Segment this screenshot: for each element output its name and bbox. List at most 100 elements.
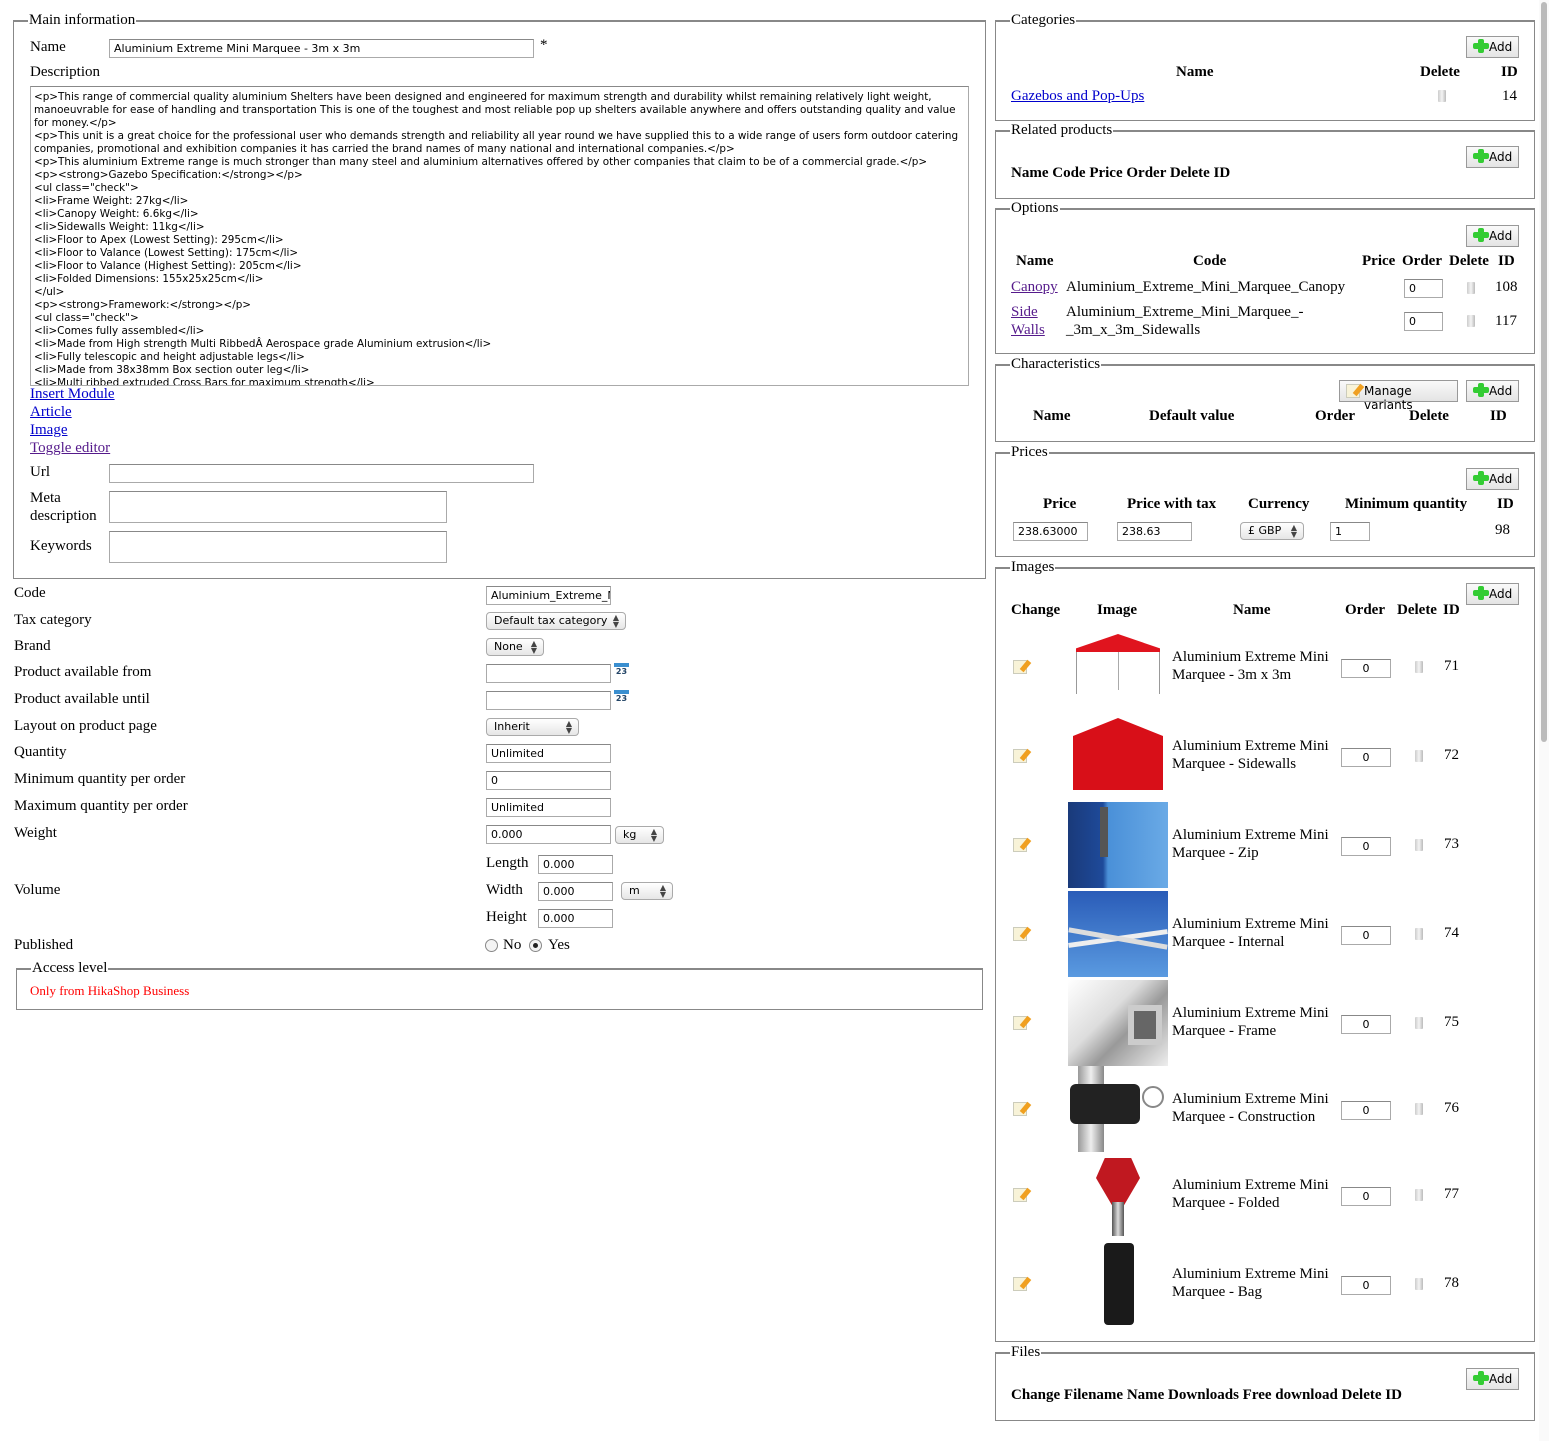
trash-icon[interactable] xyxy=(1415,839,1423,851)
max-quantity-input[interactable]: Unlimited xyxy=(486,798,611,817)
option-link-side-walls[interactable]: Side xyxy=(1011,304,1038,321)
images-header-change: Change xyxy=(1011,602,1061,618)
url-label: Url xyxy=(30,464,50,480)
option-id: 117 xyxy=(1495,313,1517,329)
select-arrows-icon: ▲ ▼ xyxy=(565,719,572,735)
option-code: _3m_x_3m_Sidewalls xyxy=(1066,322,1201,338)
available-until-input[interactable] xyxy=(486,691,611,710)
trash-icon[interactable] xyxy=(1467,282,1475,294)
name-input[interactable]: Aluminium Extreme Mini Marquee - 3m x 3m xyxy=(109,39,534,58)
weight-input[interactable]: 0.000 xyxy=(486,825,611,844)
add-price-button[interactable]: Add xyxy=(1466,468,1519,490)
add-image-button[interactable]: Add xyxy=(1466,583,1519,605)
characteristics-header-id: ID xyxy=(1490,408,1507,424)
dimension-unit-select[interactable]: m ▲ ▼ xyxy=(621,882,673,900)
layout-select[interactable]: Inherit ▲ ▼ xyxy=(486,718,579,736)
published-yes-radio[interactable] xyxy=(529,939,542,952)
add-category-button[interactable]: Add xyxy=(1466,36,1519,58)
quantity-input[interactable]: Unlimited xyxy=(486,744,611,763)
weight-label: Weight xyxy=(14,825,57,841)
length-input[interactable]: 0.000 xyxy=(538,855,613,874)
trash-icon[interactable] xyxy=(1415,1189,1423,1201)
scrollbar-thumb[interactable] xyxy=(1541,2,1547,742)
height-input[interactable]: 0.000 xyxy=(538,909,613,928)
keywords-label: Keywords xyxy=(30,538,92,554)
option-code: Aluminium_Extreme_Mini_Marquee_Canopy xyxy=(1066,279,1346,295)
published-no-radio[interactable] xyxy=(485,939,498,952)
trash-icon[interactable] xyxy=(1415,750,1423,762)
insert-module-link[interactable]: Insert Module xyxy=(30,386,115,403)
add-label: Add xyxy=(1489,1372,1513,1386)
add-file-button[interactable]: Add xyxy=(1466,1368,1519,1390)
calendar-icon[interactable]: 23 xyxy=(614,663,629,677)
trash-icon[interactable] xyxy=(1438,90,1446,102)
min-quantity-price-input[interactable]: 1 xyxy=(1330,522,1370,541)
scrollbar-track[interactable] xyxy=(1539,0,1549,1441)
image-id: 74 xyxy=(1444,925,1459,941)
meta-description-label: Meta description xyxy=(30,490,97,524)
available-until-label: Product available until xyxy=(14,691,150,707)
brand-select[interactable]: None ▲ ▼ xyxy=(486,638,544,656)
image-name-line: Marquee - 3m x 3m xyxy=(1172,667,1292,683)
image-order-input[interactable]: 0 xyxy=(1341,926,1391,945)
description-textarea[interactable]: <p>This range of commercial quality alum… xyxy=(30,86,969,386)
change-image-icon[interactable] xyxy=(1013,1188,1027,1202)
code-input[interactable]: Aluminium_Extreme_Mini_Marquee xyxy=(486,586,611,605)
prices-header-price-with-tax: Price with tax xyxy=(1127,496,1217,512)
calendar-icon[interactable]: 23 xyxy=(614,690,629,704)
width-input[interactable]: 0.000 xyxy=(538,882,613,901)
price-input[interactable]: 238.63000 xyxy=(1013,522,1088,541)
image-order-input[interactable]: 0 xyxy=(1341,1015,1391,1034)
image-order-input[interactable]: 0 xyxy=(1341,1187,1391,1206)
add-option-button[interactable]: Add xyxy=(1466,225,1519,247)
trash-icon[interactable] xyxy=(1415,1278,1423,1290)
trash-icon[interactable] xyxy=(1415,1103,1423,1115)
manage-variants-button[interactable]: Manage variants xyxy=(1339,380,1458,412)
trash-icon[interactable] xyxy=(1467,315,1475,327)
image-order-input[interactable]: 0 xyxy=(1341,1276,1391,1295)
change-image-icon[interactable] xyxy=(1013,1016,1027,1030)
plus-icon xyxy=(1473,228,1489,242)
image-order-input[interactable]: 0 xyxy=(1341,748,1391,767)
article-link[interactable]: Article xyxy=(30,404,72,421)
change-image-icon[interactable] xyxy=(1013,927,1027,941)
access-level-legend: Access level xyxy=(32,960,108,976)
categories-header-delete: Delete xyxy=(1420,64,1460,80)
weight-unit-select[interactable]: kg ▲ ▼ xyxy=(615,826,664,844)
change-image-icon[interactable] xyxy=(1013,1277,1027,1291)
add-related-button[interactable]: Add xyxy=(1466,146,1519,168)
image-order-input[interactable]: 0 xyxy=(1341,659,1391,678)
image-link[interactable]: Image xyxy=(30,422,67,439)
access-level-text[interactable]: Only from HikaShop Business xyxy=(30,983,189,999)
option-link-canopy[interactable]: Canopy xyxy=(1011,279,1058,296)
meta-description-textarea[interactable] xyxy=(109,491,447,523)
price-id: 98 xyxy=(1495,522,1510,538)
trash-icon[interactable] xyxy=(1415,661,1423,673)
keywords-textarea[interactable] xyxy=(109,531,447,563)
change-image-icon[interactable] xyxy=(1013,1102,1027,1116)
currency-select[interactable]: £ GBP ▲ ▼ xyxy=(1240,522,1304,540)
trash-icon[interactable] xyxy=(1415,928,1423,940)
option-link-side-walls[interactable]: Walls xyxy=(1011,322,1045,339)
min-quantity-input[interactable]: 0 xyxy=(486,771,611,790)
image-name-line: Aluminium Extreme Mini xyxy=(1172,1266,1329,1282)
category-link[interactable]: Gazebos and Pop-Ups xyxy=(1011,88,1144,105)
plus-icon xyxy=(1473,383,1489,397)
change-image-icon[interactable] xyxy=(1013,660,1027,674)
add-characteristic-button[interactable]: Add xyxy=(1466,380,1519,402)
image-name-line: Marquee - Frame xyxy=(1172,1023,1277,1039)
image-order-input[interactable]: 0 xyxy=(1341,1101,1391,1120)
image-name-line: Aluminium Extreme Mini xyxy=(1172,1177,1329,1193)
change-image-icon[interactable] xyxy=(1013,838,1027,852)
price-with-tax-input[interactable]: 238.63 xyxy=(1117,522,1192,541)
trash-icon[interactable] xyxy=(1415,1017,1423,1029)
available-from-input[interactable] xyxy=(486,664,611,683)
category-id: 14 xyxy=(1502,88,1517,104)
tax-category-select[interactable]: Default tax category ▲ ▼ xyxy=(486,612,626,630)
image-order-input[interactable]: 0 xyxy=(1341,837,1391,856)
change-image-icon[interactable] xyxy=(1013,749,1027,763)
option-order-input[interactable]: 0 xyxy=(1404,312,1443,331)
toggle-editor-link[interactable]: Toggle editor xyxy=(30,440,110,457)
option-order-input[interactable]: 0 xyxy=(1404,279,1443,298)
url-input[interactable] xyxy=(109,464,534,483)
